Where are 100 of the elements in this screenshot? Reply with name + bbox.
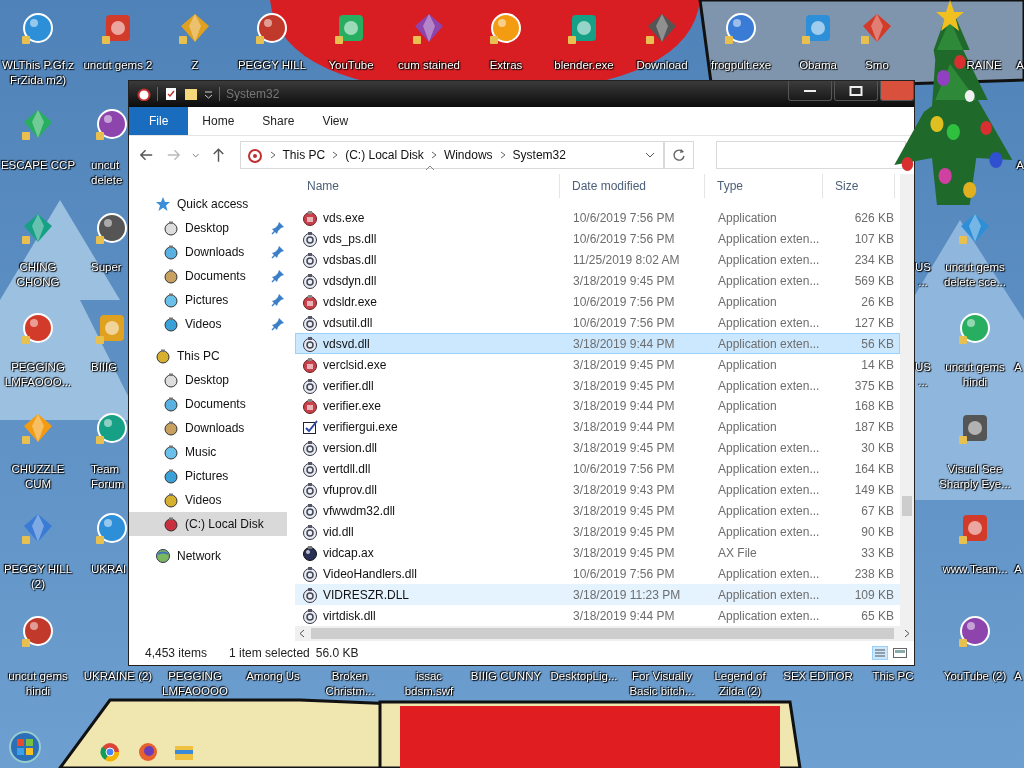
refresh-button[interactable]	[665, 141, 694, 169]
nav-item[interactable]: Desktop	[129, 368, 287, 392]
nav-item[interactable]: Quick access	[129, 192, 287, 216]
file-row[interactable]: vdsldr.exe 10/6/2019 7:56 PM Application 26 KB	[295, 291, 900, 313]
app-icon[interactable]	[959, 615, 991, 647]
ribbon-tab[interactable]: File	[129, 107, 189, 135]
icon-label[interactable]: BIIIG CUNNY	[470, 669, 542, 684]
icon-label[interactable]: For Visually Basic bitch...	[629, 669, 695, 699]
nav-item[interactable]: Desktop	[129, 216, 287, 240]
icon-label[interactable]: blender.exe	[554, 58, 614, 73]
address-bar[interactable]: This PC (C:) Local Disk Windows System32	[239, 141, 666, 169]
icon-label[interactable]: US ...	[915, 260, 931, 290]
icon-label[interactable]: frogpult.exe	[710, 58, 772, 73]
nav-item[interactable]: This PC	[129, 344, 287, 368]
app-icon[interactable]	[96, 412, 128, 444]
icon-label[interactable]: PEGGY HILL	[237, 58, 307, 73]
icon-label[interactable]: Super	[91, 260, 122, 275]
file-row[interactable]: VIDRESZR.DLL 3/18/2019 11:23 PM Application exten... 109 KB	[295, 584, 900, 606]
column-header[interactable]: Date modified	[572, 178, 647, 193]
icon-label[interactable]: Team Forum	[91, 462, 125, 492]
start-button[interactable]	[8, 730, 42, 764]
ribbon-tab[interactable]: Home	[188, 107, 249, 135]
file-row[interactable]: verifiergui.exe 3/18/2019 9:44 PM Application 187 KB	[295, 416, 900, 438]
scroll-left-icon[interactable]	[299, 629, 305, 638]
pin-icon[interactable]	[271, 245, 285, 259]
column-header[interactable]: Name	[307, 178, 339, 193]
icon-label[interactable]: Z	[191, 58, 199, 73]
icon-label[interactable]: SEX EDITOR	[783, 669, 853, 684]
checklist-icon[interactable]	[164, 87, 178, 101]
horizontal-scrollbar[interactable]	[295, 626, 914, 641]
icon-label[interactable]: PEGGY HILL (2)	[3, 562, 73, 592]
file-row[interactable]: vdsvd.dll 3/18/2019 9:44 PM Application exten... 56 KB	[295, 333, 900, 355]
icon-label[interactable]: A	[1016, 158, 1024, 173]
file-row[interactable]: verifier.exe 3/18/2019 9:44 PM Application 168 KB	[295, 396, 900, 417]
breadcrumb[interactable]: (C:) Local Disk	[345, 148, 424, 162]
nav-item[interactable]: Network	[129, 544, 287, 568]
file-row[interactable]: vid.dll 3/18/2019 9:45 PM Application exten... 90 KB	[295, 521, 900, 543]
ribbon-tab[interactable]: View	[308, 107, 363, 135]
scroll-thumb[interactable]	[311, 628, 894, 639]
search-field[interactable]	[715, 141, 906, 169]
icon-label[interactable]: DesktopLig...	[550, 669, 618, 684]
file-row[interactable]: vds_ps.dll 10/6/2019 7:56 PM Application exten... 107 KB	[295, 228, 900, 250]
icon-label[interactable]: Legend of Zilda (2)	[714, 669, 766, 699]
file-row[interactable]: vds.exe 10/6/2019 7:56 PM Application 626 KB	[295, 207, 900, 229]
file-row[interactable]: vdsdyn.dll 3/18/2019 9:45 PM Application exten... 569 KB	[295, 270, 900, 292]
file-row[interactable]: vidcap.ax 3/18/2019 9:45 PM AX File 33 KB	[295, 542, 900, 564]
file-row[interactable]: vdsbas.dll 11/25/2019 8:02 AM Application exten... 234 KB	[295, 249, 900, 271]
round-app-icon[interactable]	[100, 742, 120, 762]
vertical-scrollbar[interactable]	[900, 174, 914, 626]
icon-label[interactable]: www.Team...	[942, 562, 1008, 577]
dropdown-icon[interactable]	[204, 89, 213, 99]
app-icon[interactable]	[22, 12, 54, 44]
icon-label[interactable]: UKRAINE (2)	[83, 669, 153, 684]
file-row[interactable]: verclsid.exe 3/18/2019 9:45 PM Application 14 KB	[295, 354, 900, 376]
breadcrumb[interactable]: This PC	[282, 148, 326, 162]
app-icon[interactable]	[22, 312, 54, 344]
nav-item[interactable]: Videos	[129, 312, 287, 336]
folder-icon[interactable]	[184, 87, 198, 101]
nav-item[interactable]: Pictures	[129, 464, 287, 488]
maximize-button[interactable]	[834, 81, 878, 101]
file-row[interactable]: version.dll 3/18/2019 9:45 PM Application exten... 30 KB	[295, 437, 900, 459]
tiles-view-icon[interactable]	[892, 646, 908, 660]
round-app-icon[interactable]	[138, 742, 158, 762]
app-icon[interactable]	[646, 12, 678, 44]
ribbon-tab[interactable]: Share	[248, 107, 309, 135]
icon-label[interactable]: ESCAPE CCP	[0, 158, 76, 173]
icon-label[interactable]: YouTube (2)	[943, 669, 1007, 684]
icon-label[interactable]: A	[1014, 562, 1022, 577]
nav-item[interactable]: Videos	[129, 488, 287, 512]
scroll-thumb[interactable]	[902, 496, 912, 516]
icon-label[interactable]: Smo	[865, 58, 889, 73]
icon-label[interactable]: UKRAI	[91, 562, 127, 577]
file-row[interactable]: vfuprov.dll 3/18/2019 9:43 PM Application exten... 149 KB	[295, 479, 900, 501]
app-icon[interactable]	[413, 12, 445, 44]
icon-label[interactable]: Obama	[799, 58, 837, 73]
nav-item[interactable]: Documents	[129, 392, 287, 416]
scroll-right-icon[interactable]	[904, 629, 910, 638]
icon-label[interactable]: This PC	[872, 669, 914, 684]
app-icon[interactable]	[256, 12, 288, 44]
minimize-button[interactable]	[788, 81, 832, 101]
nav-item[interactable]: Music	[129, 440, 287, 464]
nav-item[interactable]: Downloads	[129, 416, 287, 440]
file-row[interactable]: virtdisk.dll 3/18/2019 9:44 PM Application exten... 65 KB	[295, 605, 900, 626]
nav-item[interactable]: (C:) Local Disk	[129, 512, 287, 536]
pin-icon[interactable]	[271, 293, 285, 307]
pin-icon[interactable]	[271, 221, 285, 235]
app-icon[interactable]	[22, 615, 54, 647]
icon-label[interactable]: Broken Christm...	[325, 669, 375, 699]
icon-label[interactable]: YouTube	[328, 58, 374, 73]
icon-label[interactable]: Extras	[489, 58, 523, 73]
icon-label[interactable]: A	[1014, 669, 1022, 684]
pin-icon[interactable]	[271, 317, 285, 331]
breadcrumb[interactable]: Windows	[443, 148, 493, 162]
nav-item[interactable]: Documents	[129, 264, 287, 288]
file-row[interactable]: VideoHandlers.dll 10/6/2019 7:56 PM Application exten... 238 KB	[295, 563, 900, 585]
column-header[interactable]: Size	[835, 178, 859, 193]
breadcrumb[interactable]: System32	[512, 148, 566, 162]
app-icon[interactable]	[725, 12, 757, 44]
pin-icon[interactable]	[271, 269, 285, 283]
file-row[interactable]: vdsutil.dll 10/6/2019 7:56 PM Application exten... 127 KB	[295, 312, 900, 334]
